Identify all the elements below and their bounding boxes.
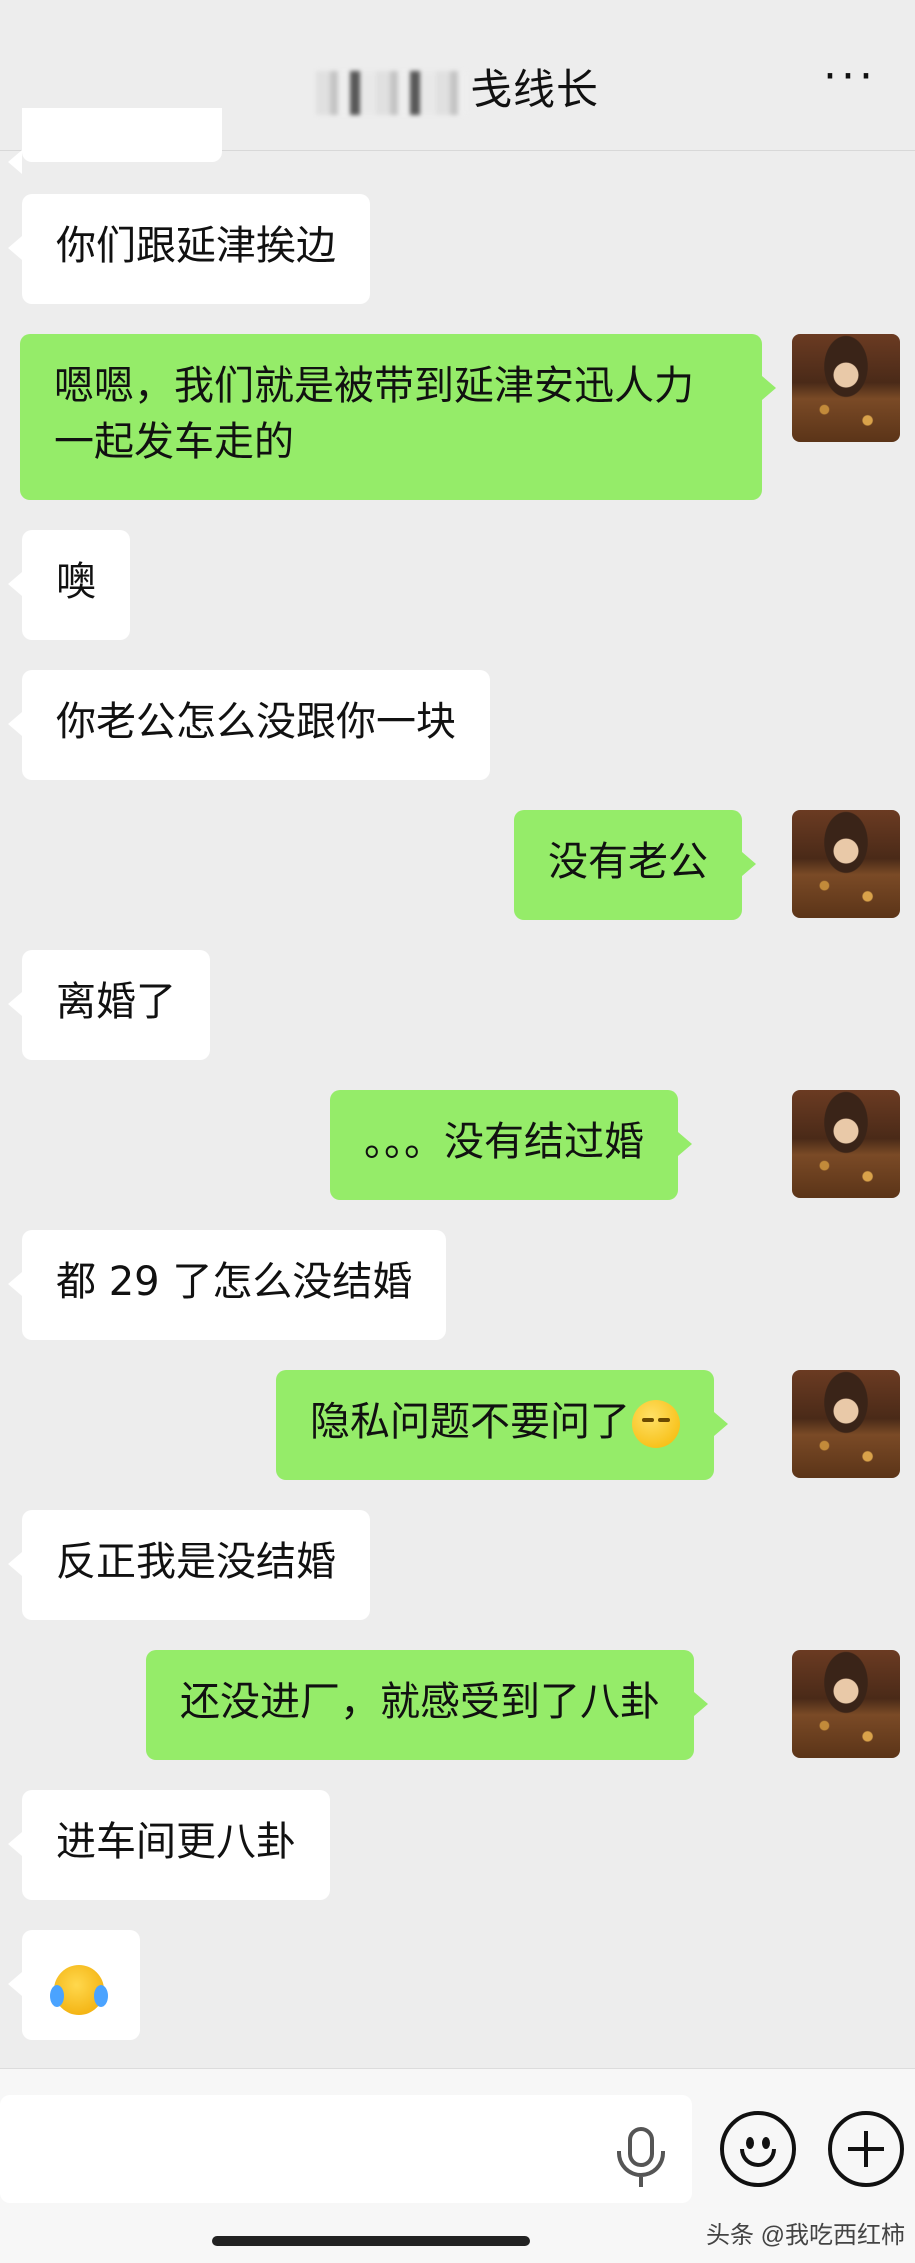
message-bubble-incoming: 你老公怎么没跟你一块	[8, 670, 490, 780]
self-avatar[interactable]	[792, 1090, 900, 1198]
message-bubble-incoming: 离婚了	[8, 950, 210, 1060]
message-bubble-partial	[8, 108, 222, 174]
message-bubble-incoming	[8, 1930, 140, 2040]
message-input[interactable]	[0, 2095, 692, 2203]
message-bubble-incoming: 都 29 了怎么没结婚	[7, 1230, 447, 1340]
loudly-crying-emoji-icon	[50, 1965, 108, 2015]
self-avatar[interactable]	[792, 810, 900, 918]
message-bubble-outgoing: 嗯嗯，我们就是被带到延津安迅人力一起发车走的	[20, 334, 776, 500]
message-bubble-outgoing: 还没进厂，就感受到了八卦	[146, 1650, 708, 1760]
self-avatar[interactable]	[792, 1650, 900, 1758]
watermark: 头条 @我吃西红柿	[706, 2222, 906, 2249]
message-bubble-incoming: 进车间更八卦	[8, 1790, 330, 1900]
microphone-foot	[639, 2177, 643, 2187]
emoji-icon[interactable]	[720, 2111, 796, 2187]
self-avatar[interactable]	[792, 334, 900, 442]
blurred-name	[315, 70, 466, 115]
self-avatar[interactable]	[792, 1370, 900, 1478]
message-bubble-incoming: 噢	[8, 530, 130, 640]
message-bubble-outgoing: 隐私问题不要问了	[276, 1370, 728, 1480]
message-bubble-outgoing: 。。。没有结过婚	[330, 1090, 692, 1200]
message-bubble-incoming: 反正我是没结婚	[8, 1510, 370, 1620]
message-bubble-outgoing: 没有老公	[514, 810, 756, 920]
message-bubble-incoming: 你们跟延津挨边	[8, 194, 370, 304]
plus-icon[interactable]	[828, 2111, 904, 2187]
rolling-eyes-emoji-icon	[632, 1400, 680, 1448]
home-indicator[interactable]	[212, 2236, 530, 2246]
more-options-icon[interactable]: ···	[823, 55, 877, 99]
